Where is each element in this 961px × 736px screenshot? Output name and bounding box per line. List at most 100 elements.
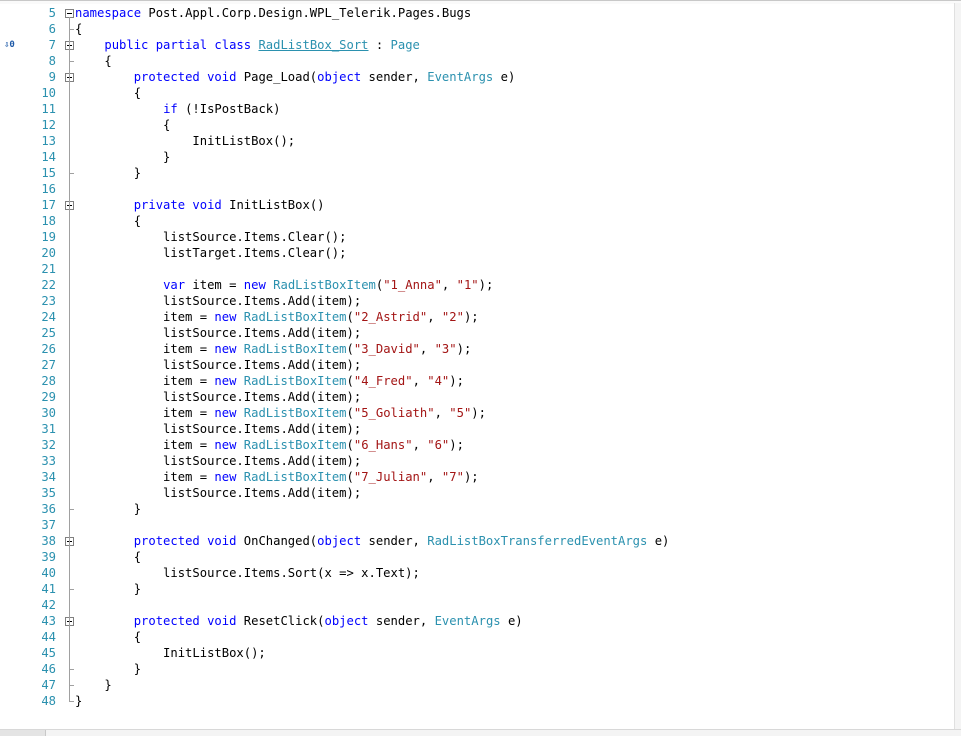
keyword-token: new [214, 374, 237, 388]
code-line[interactable]: 12 { [0, 117, 955, 133]
line-number: 25 [41, 326, 56, 340]
line-number: 29 [41, 390, 56, 404]
code-line[interactable]: 29 listSource.Items.Add(item); [0, 389, 955, 405]
string-token: "2_Astrid" [353, 310, 428, 324]
code-line[interactable]: 35 listSource.Items.Add(item); [0, 485, 955, 501]
code-line[interactable]: 48} [0, 693, 955, 709]
code-line[interactable]: 5 namespace Post.Appl.Corp.Design.WPL_Tel… [0, 5, 955, 21]
string-token: "2" [441, 310, 464, 324]
code-line[interactable]: 24 item = new RadListBoxItem("2_Astrid",… [0, 309, 955, 325]
code-line[interactable]: 10 { [0, 85, 955, 101]
code-line[interactable]: 26 item = new RadListBoxItem("3_David", … [0, 341, 955, 357]
outline-guide [69, 17, 70, 701]
code-editor[interactable]: 5 namespace Post.Appl.Corp.Design.WPL_Tel… [0, 3, 955, 730]
code-line[interactable]: 6{ [0, 21, 955, 37]
string-token: "4" [427, 374, 450, 388]
code-line[interactable]: 20 listTarget.Items.Clear(); [0, 245, 955, 261]
line-number: 42 [41, 598, 56, 612]
code-line[interactable]: 25 listSource.Items.Add(item); [0, 325, 955, 341]
code-line[interactable]: 15 } [0, 165, 955, 181]
type-token: Page [390, 38, 420, 52]
code-text: private void InitListBox() [75, 197, 325, 213]
code-token: : [368, 38, 391, 52]
code-token: , [441, 278, 457, 292]
code-text: listSource.Items.Add(item); [75, 485, 361, 501]
code-line[interactable]: 34 item = new RadListBoxItem("7_Julian",… [0, 469, 955, 485]
code-token: { [75, 118, 171, 132]
code-text: { [75, 213, 141, 229]
code-line[interactable]: 46 } [0, 661, 955, 677]
code-line[interactable]: 22 var item = new RadListBoxItem("1_Anna… [0, 277, 955, 293]
code-line[interactable]: 37 [0, 517, 955, 533]
type-token: RadListBoxItem [243, 342, 347, 356]
code-line[interactable]: 32 item = new RadListBoxItem("6_Hans", "… [0, 437, 955, 453]
code-line[interactable]: 40 listSource.Items.Sort(x => x.Text); [0, 565, 955, 581]
line-number: 47 [41, 678, 56, 692]
code-token: listSource.Items.Add(item); [75, 390, 362, 404]
code-line[interactable]: 42 [0, 597, 955, 613]
code-line[interactable]: 21 [0, 261, 955, 277]
code-line[interactable]: 28 item = new RadListBoxItem("4_Fred", "… [0, 373, 955, 389]
code-text: } [75, 501, 141, 517]
code-token: item = [75, 310, 215, 324]
code-token: { [75, 54, 112, 68]
code-line[interactable]: 45 InitListBox(); [0, 645, 955, 661]
vertical-scrollbar[interactable] [954, 3, 961, 730]
code-line[interactable]: 11 if (!IsPostBack) [0, 101, 955, 117]
code-line[interactable]: 47 } [0, 677, 955, 693]
code-line[interactable]: 9 protected void Page_Load(object sender… [0, 69, 955, 85]
code-line[interactable]: 41 } [0, 581, 955, 597]
code-line[interactable]: 44 { [0, 629, 955, 645]
code-token: listSource.Items.Add(item); [75, 358, 362, 372]
code-token: listSource.Items.Add(item); [75, 454, 362, 468]
type-token: RadListBoxItem [243, 438, 347, 452]
code-text: item = new RadListBoxItem("5_Goliath", "… [75, 405, 486, 421]
code-line[interactable]: 17 private void InitListBox() [0, 197, 955, 213]
type-token: RadListBoxItem [273, 278, 376, 292]
code-line[interactable]: 36 } [0, 501, 955, 517]
keyword-token: protected void [133, 614, 237, 628]
code-text: { [75, 21, 82, 37]
code-token: e) [647, 534, 670, 548]
code-line[interactable]: 38 protected void OnChanged(object sende… [0, 533, 955, 549]
code-text: } [75, 677, 112, 693]
code-line[interactable]: 39 { [0, 549, 955, 565]
code-text: } [75, 661, 141, 677]
code-line[interactable]: 43 protected void ResetClick(object send… [0, 613, 955, 629]
code-token: Page_Load( [236, 70, 318, 84]
keyword-token: var [163, 278, 186, 292]
code-line[interactable]: 16 [0, 181, 955, 197]
code-line[interactable]: 14 } [0, 149, 955, 165]
code-line[interactable]: 19 listSource.Items.Clear(); [0, 229, 955, 245]
code-token: listSource.Items.Add(item); [75, 422, 362, 436]
code-line[interactable]: 31 listSource.Items.Add(item); [0, 421, 955, 437]
code-line[interactable]: 8 { [0, 53, 955, 69]
line-number: 37 [41, 518, 56, 532]
code-line[interactable]: 27 listSource.Items.Add(item); [0, 357, 955, 373]
code-line[interactable]: 13 InitListBox(); [0, 133, 955, 149]
code-line[interactable]: 18 { [0, 213, 955, 229]
code-token: ( [346, 470, 354, 484]
code-line[interactable]: 33 listSource.Items.Add(item); [0, 453, 955, 469]
code-text: listSource.Items.Add(item); [75, 357, 361, 373]
code-token: } [75, 694, 83, 708]
code-text: } [75, 149, 170, 165]
code-text: item = new RadListBoxItem("6_Hans", "6")… [75, 437, 464, 453]
code-line[interactable]: ⇩0 7 public partial class RadListBox_Sort… [0, 37, 955, 53]
type-token: RadListBoxTransferredEventArgs [427, 534, 648, 548]
horizontal-scrollbar[interactable] [0, 729, 961, 736]
keyword-token: object [317, 534, 362, 548]
code-line[interactable]: 23 listSource.Items.Add(item); [0, 293, 955, 309]
code-text: item = new RadListBoxItem("4_Fred", "4")… [75, 373, 464, 389]
string-token: "4_Fred" [353, 374, 413, 388]
code-token: } [75, 678, 112, 692]
override-marker-icon[interactable]: ⇩0 [4, 39, 18, 51]
code-token: item = [185, 278, 244, 292]
keyword-token: object [317, 70, 362, 84]
horizontal-scroll-thumb[interactable] [0, 730, 46, 736]
code-line[interactable]: 30 item = new RadListBoxItem("5_Goliath"… [0, 405, 955, 421]
